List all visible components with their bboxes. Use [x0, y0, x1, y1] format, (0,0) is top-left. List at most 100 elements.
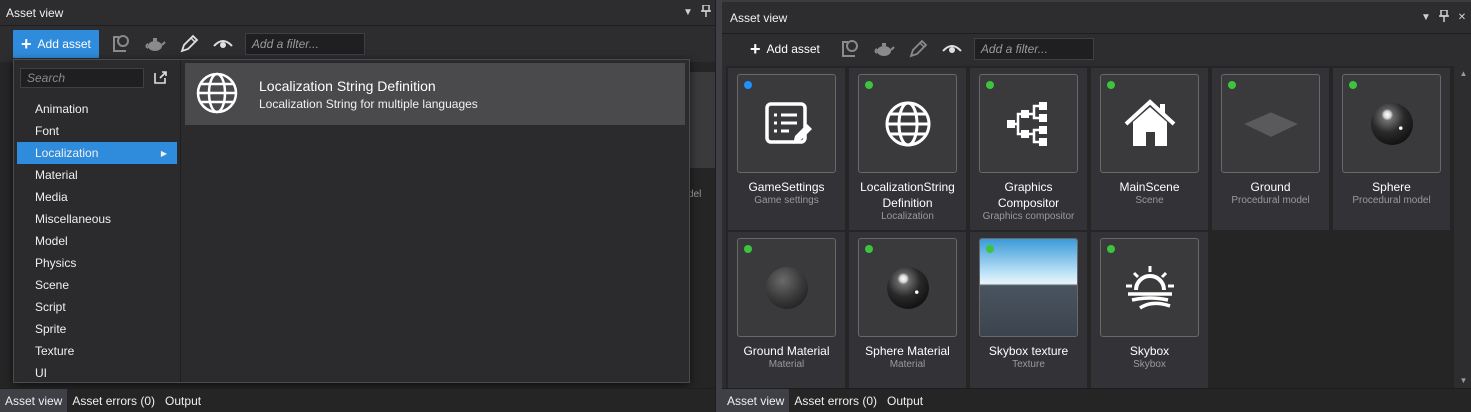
asset-thumbnail [737, 74, 836, 173]
asset-name: GameSettings [748, 180, 825, 194]
pin-icon[interactable] [697, 4, 715, 20]
globe-icon [195, 71, 239, 118]
asset-tile[interactable]: Sphere Procedural model [1333, 68, 1450, 230]
asset-type: Skybox [1133, 359, 1166, 370]
asset-toolbar: + Add asset Add a filter... [0, 26, 715, 62]
category-item-model[interactable]: Model [17, 230, 177, 252]
asset-tile[interactable]: Skybox texture Texture [970, 232, 1087, 394]
status-dot-icon [986, 245, 994, 253]
asset-thumbnail [1342, 74, 1441, 173]
category-label: Animation [35, 102, 89, 116]
category-pane: Search Animation Font Localization ▶ Materia… [14, 60, 181, 382]
asset-tile[interactable]: GameSettings Game settings [728, 68, 845, 230]
category-item-miscellaneous[interactable]: Miscellaneous [17, 208, 177, 230]
asset-grid: GameSettings Game settings LocalizationStr… [728, 68, 1450, 394]
panel-footer-tabs: Asset view Asset errors (0) Output [0, 388, 715, 412]
category-item-localization[interactable]: Localization ▶ [17, 142, 177, 164]
asset-tile[interactable]: Ground Procedural model [1212, 68, 1329, 230]
import-icon[interactable] [109, 32, 133, 56]
sphere-shiny-thumb [1364, 96, 1420, 152]
pin-icon[interactable] [1435, 9, 1453, 25]
category-label: UI [35, 366, 47, 380]
collapse-icon[interactable] [152, 69, 168, 88]
status-dot-icon [865, 81, 873, 89]
filter-input[interactable]: Add a filter... [244, 33, 365, 55]
submenu-arrow-icon: ▶ [160, 148, 167, 158]
pencil-icon[interactable] [906, 37, 930, 61]
asset-name: Sphere [1372, 180, 1411, 194]
category-item-script[interactable]: Script [17, 296, 177, 318]
scroll-up-arrow-icon[interactable]: ▲ [1456, 66, 1471, 81]
asset-thumbnail [979, 238, 1078, 337]
asset-tile[interactable]: LocalizationString Definition Localizatio… [849, 68, 966, 230]
plane-thumb [1243, 96, 1299, 152]
category-label: Localization [35, 146, 99, 160]
category-label: Miscellaneous [35, 212, 112, 226]
asset-thumbnail [1100, 238, 1199, 337]
category-item-ui[interactable]: UI [17, 362, 177, 384]
template-localization-string-definition[interactable]: Localization String Definition Localizat… [185, 63, 685, 125]
asset-type: Localization [881, 211, 934, 222]
asset-type: Procedural model [1352, 195, 1431, 206]
skybox-texture-thumb [980, 239, 1077, 336]
add-asset-label: Add asset [37, 37, 91, 51]
house-icon [1122, 96, 1178, 152]
pencil-icon[interactable] [177, 32, 201, 56]
close-icon[interactable]: ✕ [1453, 12, 1471, 23]
teapot-icon[interactable] [143, 32, 167, 56]
category-label: Model [35, 234, 68, 248]
category-label: Scene [35, 278, 70, 292]
asset-view-panel-right: Asset view ▼ ✕ + Add asset Add a filter.… [722, 0, 1471, 412]
template-title: Localization String Definition [259, 77, 436, 94]
asset-tile[interactable]: Sphere Material Material [849, 232, 966, 394]
tab-asset-view[interactable]: Asset view [722, 388, 790, 412]
sphere-matte-thumb [759, 260, 815, 316]
import-icon[interactable] [838, 37, 862, 61]
dropdown-arrow-icon[interactable]: ▼ [1417, 12, 1435, 23]
asset-thumbnail-partial[interactable] [688, 72, 715, 168]
tab-asset-errors[interactable]: Asset errors (0) [67, 389, 160, 412]
tab-output[interactable]: Output [160, 389, 206, 412]
add-asset-button[interactable]: + Add asset [742, 35, 828, 63]
scroll-down-arrow-icon[interactable]: ▼ [1456, 373, 1471, 388]
teapot-icon[interactable] [872, 37, 896, 61]
filter-input[interactable]: Add a filter... [973, 38, 1094, 60]
asset-type: Game settings [754, 195, 819, 206]
status-dot-icon [744, 81, 752, 89]
asset-type: Scene [1135, 195, 1164, 206]
tab-asset-errors[interactable]: Asset errors (0) [789, 389, 882, 412]
dropdown-arrow-icon[interactable]: ▼ [679, 7, 697, 18]
asset-name: Sphere Material [865, 344, 950, 358]
category-item-sprite[interactable]: Sprite [17, 318, 177, 340]
category-item-physics[interactable]: Physics [17, 252, 177, 274]
template-pane: Localization String Definition Localizat… [185, 63, 685, 125]
plus-icon: + [750, 39, 761, 59]
category-item-animation[interactable]: Animation [17, 98, 177, 120]
add-asset-button[interactable]: + Add asset [13, 30, 99, 58]
asset-type: Material [768, 359, 805, 370]
eye-icon[interactable] [940, 37, 964, 61]
asset-tile[interactable]: Ground Material Material [728, 232, 845, 394]
asset-name: Graphics Compositor [997, 180, 1060, 210]
category-item-texture[interactable]: Texture [17, 340, 177, 362]
tab-output[interactable]: Output [882, 389, 928, 412]
asset-tile[interactable]: MainScene Scene [1091, 68, 1208, 230]
globe-icon [880, 96, 936, 152]
vertical-scrollbar[interactable] [1456, 66, 1471, 388]
asset-type: Graphics compositor [982, 211, 1075, 222]
panel-titlebar: Asset view ▼ [0, 0, 715, 26]
tab-asset-view[interactable]: Asset view [0, 388, 68, 412]
category-item-media[interactable]: Media [17, 186, 177, 208]
panel-footer-tabs: Asset view Asset errors (0) Output [722, 388, 1471, 412]
category-item-font[interactable]: Font [17, 120, 177, 142]
category-item-scene[interactable]: Scene [17, 274, 177, 296]
asset-name: Ground [1250, 180, 1291, 194]
category-item-material[interactable]: Material [17, 164, 177, 186]
asset-tile[interactable]: Graphics Compositor Graphics compositor [970, 68, 1087, 230]
eye-icon[interactable] [211, 32, 235, 56]
asset-name: MainScene [1119, 180, 1180, 194]
asset-tile[interactable]: Skybox Skybox [1091, 232, 1208, 394]
status-dot-icon [1228, 81, 1236, 89]
status-dot-icon [744, 245, 752, 253]
category-search-input[interactable]: Search [20, 68, 144, 88]
